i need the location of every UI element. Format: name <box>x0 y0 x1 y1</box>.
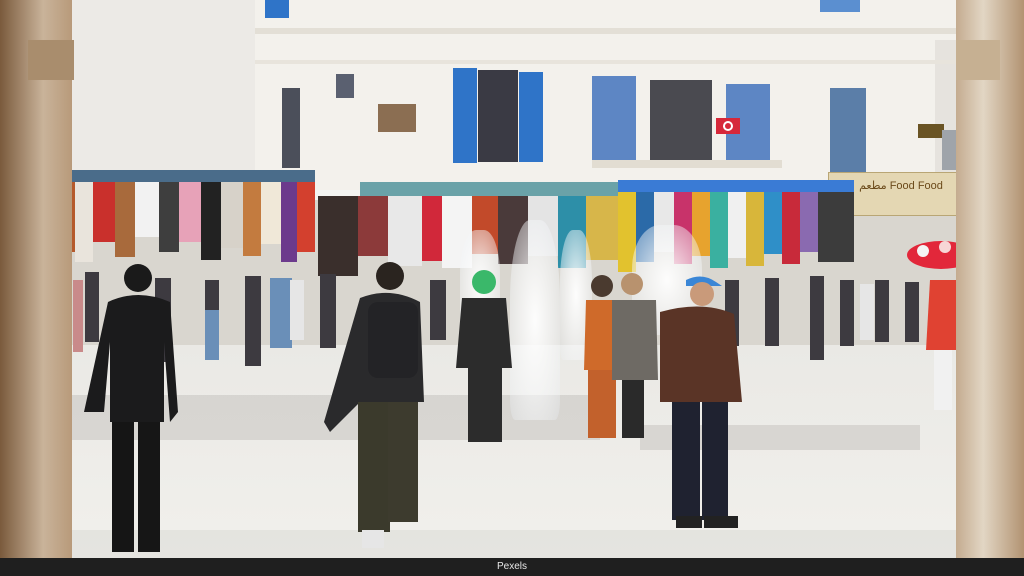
balcony-door <box>650 80 712 164</box>
building-left <box>60 0 260 175</box>
photo-scene: ﻣﻄﻌﻢ Food Food <box>0 0 1024 558</box>
ground-shadow-bottom <box>40 530 980 558</box>
person-black-coat <box>80 262 180 558</box>
window-grill <box>478 70 518 162</box>
flag <box>716 112 742 138</box>
balcony-window-left <box>592 76 636 162</box>
window-right <box>830 88 866 172</box>
watermark-text: Pexels <box>496 561 527 572</box>
person-blue-cap <box>650 272 750 534</box>
balcony-rail <box>592 160 782 168</box>
facade-ledge-lower <box>255 60 975 64</box>
facade-ledge <box>255 28 975 34</box>
stone-arch-left-capital <box>28 40 74 80</box>
shop-sign-text: ﻣﻄﻌﻢ Food Food <box>859 180 943 192</box>
wall-plaque <box>378 104 416 132</box>
person-backpack <box>320 262 430 552</box>
stone-arch-left <box>0 0 72 558</box>
stone-arch-right <box>956 0 1024 558</box>
shutter-left <box>453 68 477 163</box>
window-far-left <box>282 88 300 168</box>
shutter-right <box>519 72 543 162</box>
watermark-bar: Pexels <box>0 558 1024 576</box>
fountain-jet-2 <box>510 220 560 420</box>
awning-right <box>618 180 854 192</box>
window-top-right <box>820 0 860 12</box>
person-green-scarf <box>454 268 514 448</box>
awning-left <box>55 170 315 182</box>
stone-arch-right-capital <box>956 40 1000 80</box>
small-sign <box>918 124 944 138</box>
window-small <box>336 74 354 98</box>
window-top-left <box>265 0 289 18</box>
